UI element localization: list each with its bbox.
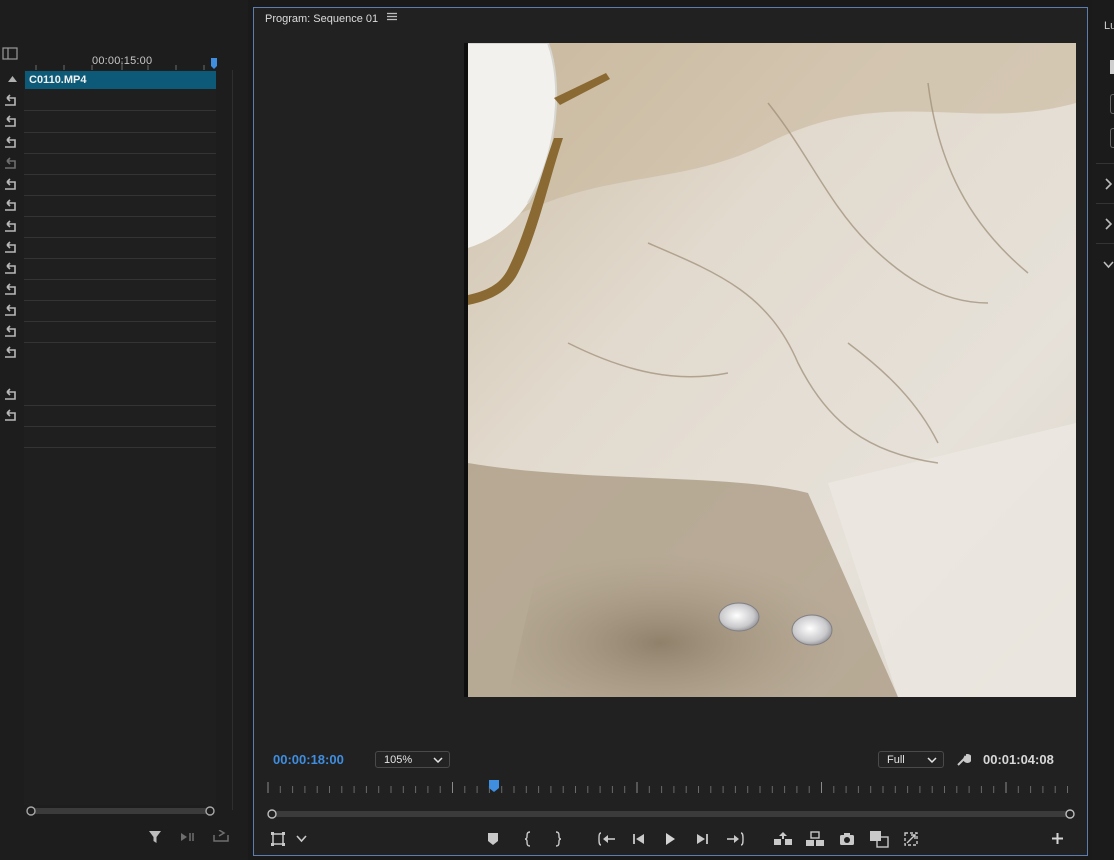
timeline-tracks	[24, 70, 216, 805]
reset-icon[interactable]	[2, 408, 18, 422]
panel-divider	[232, 70, 233, 810]
chevron-down-icon[interactable]	[296, 834, 307, 843]
track-divider	[24, 216, 216, 217]
insert-icon[interactable]	[180, 831, 196, 843]
track-divider	[24, 174, 216, 175]
monitor-zoom-scrollbar[interactable]	[266, 807, 1078, 821]
add-marker-icon[interactable]	[487, 832, 499, 846]
duration-timecode: 00:01:04:08	[983, 752, 1054, 767]
reset-icon[interactable]	[2, 198, 18, 212]
extract-icon[interactable]	[805, 831, 825, 847]
current-timecode[interactable]: 00:00:18:00	[273, 752, 344, 767]
timeline-clip[interactable]: C0110.MP4	[25, 71, 216, 89]
reset-icon[interactable]	[2, 114, 18, 128]
reset-icon[interactable]	[2, 93, 18, 107]
zoom-level-select[interactable]: 105%	[375, 751, 450, 768]
divider	[1096, 243, 1114, 244]
filter-icon[interactable]	[148, 830, 162, 844]
go-to-out-icon[interactable]	[726, 832, 744, 846]
divider	[1096, 203, 1114, 204]
reset-icon[interactable]	[2, 303, 18, 317]
track-divider	[24, 237, 216, 238]
zoom-level-value: 105%	[384, 754, 413, 766]
reset-icon[interactable]	[2, 156, 18, 170]
track-divider	[24, 405, 216, 406]
track-divider	[24, 110, 216, 111]
chevron-down-icon	[433, 752, 443, 767]
monitor-time-ruler[interactable]	[266, 781, 1078, 795]
step-back-icon[interactable]	[632, 832, 646, 846]
resolution-value: Full	[887, 754, 905, 766]
right-panel-field[interactable]	[1110, 94, 1114, 114]
reset-icon[interactable]	[2, 219, 18, 233]
monitor-playhead[interactable]	[488, 780, 500, 793]
track-divider	[24, 342, 216, 343]
reset-icon[interactable]	[2, 261, 18, 275]
mark-out-icon[interactable]	[553, 831, 563, 847]
reset-icon[interactable]	[2, 135, 18, 149]
reset-icon[interactable]	[2, 240, 18, 254]
reset-icon[interactable]	[2, 387, 18, 401]
lift-icon[interactable]	[773, 831, 793, 847]
chevron-right-icon[interactable]	[1104, 178, 1112, 190]
chevron-right-icon[interactable]	[1104, 218, 1112, 230]
video-preview[interactable]	[468, 43, 1076, 697]
timeline-zoom-scrollbar[interactable]	[26, 804, 216, 818]
comparison-view-icon[interactable]	[869, 830, 889, 848]
track-divider	[24, 321, 216, 322]
divider	[1096, 163, 1114, 164]
ruler-timecode: 00:00:15:00	[92, 55, 153, 67]
reset-icon[interactable]	[2, 345, 18, 359]
chevron-down-icon	[927, 752, 937, 767]
track-divider	[24, 300, 216, 301]
right-panel-field[interactable]	[1110, 128, 1114, 148]
resolution-select[interactable]: Full	[878, 751, 944, 768]
track-divider	[24, 426, 216, 427]
panel-toggle-icon[interactable]	[2, 47, 18, 60]
monitor-title: Program: Sequence 01	[265, 13, 379, 25]
step-forward-icon[interactable]	[695, 832, 709, 846]
reset-icon[interactable]	[2, 177, 18, 191]
track-divider	[24, 279, 216, 280]
mark-in-icon[interactable]	[523, 831, 533, 847]
add-button-icon[interactable]	[1051, 832, 1064, 845]
right-panel-title: Lu	[1104, 20, 1114, 32]
toggle-proxies-icon[interactable]	[903, 831, 919, 847]
collapse-track-icon[interactable]	[8, 75, 17, 82]
track-divider	[24, 258, 216, 259]
overwrite-icon[interactable]	[213, 830, 229, 842]
safe-margins-icon[interactable]	[271, 832, 285, 846]
track-divider	[24, 153, 216, 154]
track-divider	[24, 195, 216, 196]
export-frame-icon[interactable]	[839, 832, 855, 846]
wrench-icon[interactable]	[956, 752, 971, 767]
go-to-in-icon[interactable]	[598, 832, 616, 846]
hamburger-icon[interactable]	[387, 12, 397, 21]
right-panel-control[interactable]	[1110, 60, 1114, 74]
chevron-down-icon[interactable]	[1103, 261, 1114, 269]
play-icon[interactable]	[664, 832, 676, 846]
track-divider	[24, 447, 216, 448]
reset-icon[interactable]	[2, 324, 18, 338]
reset-icon[interactable]	[2, 282, 18, 296]
timeline-playhead[interactable]	[210, 58, 218, 70]
track-divider	[24, 132, 216, 133]
